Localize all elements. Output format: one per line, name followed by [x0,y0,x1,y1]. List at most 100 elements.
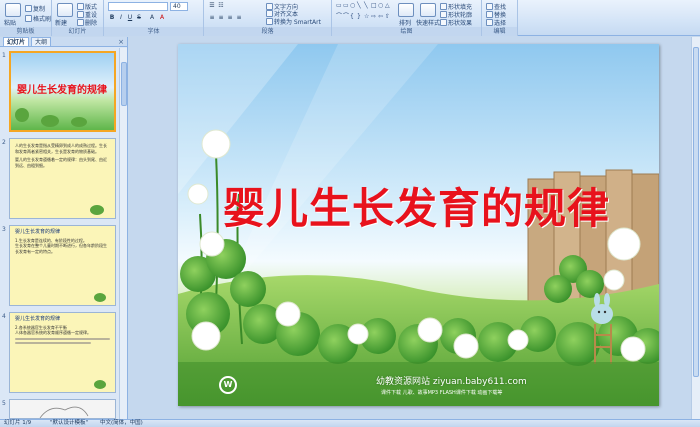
font-name-combo[interactable] [108,2,168,11]
shape-effects-button[interactable]: 形状效果 [440,18,472,27]
slide-thumbnail-3[interactable]: 婴儿生长发育的规律 1.生长发育是连续的、有阶段性的过程。 生长发育在整个儿童时… [9,225,116,306]
numbering-icon[interactable]: ☷ [217,2,225,10]
justify-icon[interactable]: ≡ [235,14,243,22]
thumb-number: 3 [2,226,6,233]
group-label-clipboard: 剪贴板 [0,27,51,36]
tab-outline[interactable]: 大纲 [31,37,52,46]
thumb-number: 2 [2,139,6,146]
ribbon: 粘贴 复制 格式刷 剪贴板 新建 幻灯片 版式 重设 删除 幻灯片 40 B I… [0,0,700,36]
delete-button[interactable]: 删除 [77,18,97,27]
slides-panel: 幻灯片 大纲 × 1 婴儿生长发育的规律 2 人的生长发育是指从受精卵到成人的成… [0,37,128,419]
slides-group: 新建 幻灯片 版式 重设 删除 幻灯片 [52,0,104,36]
slide-thumbnail-1[interactable]: 婴儿生长发育的规律 [9,51,116,132]
paragraph-group: ☰ ☷ ≡ ≡ ≡ ≡ 文字方向 对齐文本 转换为 SmartArt 段落 [204,0,332,36]
clover-decoration [94,380,106,389]
thumbnail-text: 婴儿生长发育的规律 1.生长发育是连续的、有阶段性的过程。 生长发育在整个儿童时… [15,229,110,254]
slide-counter: 幻灯片 1/9 [4,420,32,426]
paste-button[interactable]: 粘贴 [4,18,16,27]
thumbnail-bullet: 婴儿的生长发育遵循着一定的规律：由头到尾、由近到远、由粗到细。 [15,157,107,168]
quick-styles-button[interactable]: 快速样式 [416,18,440,27]
thumbnail-bullet: 人的生长发育是指从受精卵到成人的成熟过程。生长和发育两者紧密相关，生长是发育的物… [15,143,107,154]
panel-tabs: 幻灯片 大纲 × [0,37,127,47]
align-right-icon[interactable]: ≡ [226,14,234,22]
copy-icon [25,5,32,12]
thumbnail-heading: 婴儿生长发育的规律 [15,229,61,235]
strikethrough-button[interactable]: S [135,14,143,22]
editing-group: 查找 替换 选择 编辑 [482,0,518,36]
clover-decoration [94,293,106,302]
replace-icon [486,11,493,18]
font-group: 40 B I U S A A 字体 [104,0,204,36]
group-label-font: 字体 [104,27,203,36]
clover-decoration [41,115,59,127]
slide-title[interactable]: 婴儿生长发育的规律 [223,175,610,236]
new-slide-icon[interactable] [57,3,73,17]
thumbnail-bullet: 人体各器官系统的发育顺序遵循一定规律。 [15,330,91,335]
sketch-illustration-icon [39,406,89,418]
language-status: 中文(简体，中国) [100,420,143,426]
slide-canvas[interactable]: 婴儿生长发育的规律 W 幼教资源网站 ziyuan.baby611.com 课件… [178,44,659,406]
convert-smartart-button[interactable]: 转换为 SmartArt [266,17,321,26]
select-button[interactable]: 选择 [486,18,506,27]
text-line [15,341,91,344]
thumbnail-text: 人的生长发育是指从受精卵到成人的成熟过程。生长和发育两者紧密相关，生长是发育的物… [15,143,110,168]
clover-decoration [71,117,87,127]
thumb-number: 1 [2,52,6,59]
align-text-icon [266,10,273,17]
font-color-icon[interactable]: A [158,14,166,22]
clipboard-group: 粘贴 复制 格式刷 剪贴板 [0,0,52,36]
font-size-grow-icon[interactable]: A [148,14,156,22]
smartart-icon [266,18,273,25]
align-left-icon[interactable]: ≡ [208,14,216,22]
thumbnail-bullet: 生长发育在整个儿童时期不断进行，但各年龄阶段生长发育有一定的特点。 [15,243,107,254]
group-label-editing: 编辑 [482,27,517,36]
scrollbar-thumb[interactable] [121,62,127,106]
group-label-drawing: 绘图 [332,27,481,36]
slide-thumbnail-4[interactable]: 婴儿生长发育的规律 2.各系统器官生长发育不平衡 人体各器官系统的发育顺序遵循一… [9,312,116,393]
thumbnail-text: 婴儿生长发育的规律 2.各系统器官生长发育不平衡 人体各器官系统的发育顺序遵循一… [15,316,110,346]
arrange-button[interactable]: 排列 [399,18,411,27]
binoculars-icon [486,3,493,10]
site-links: 课件下载 儿歌、故事MP3 FLASH课件下载 动画下载等 [381,390,503,396]
slide-thumbnail-5[interactable] [9,399,116,419]
status-bar: 幻灯片 1/9 "默认设计模板" 中文(简体，中国) [0,419,700,427]
thumbnail-title: 婴儿生长发育的规律 [17,85,107,96]
tab-slides[interactable]: 幻灯片 [3,37,30,46]
align-center-icon[interactable]: ≡ [217,14,225,22]
outline-icon [440,11,447,18]
shapes-gallery[interactable]: ▭ ▭ ○ ╲ ╲ □ ○ △ ⌒ ⌒{} ☆ ⇨ ⇦ ⇧ [336,2,392,24]
drawing-group: ▭ ▭ ○ ╲ ╲ □ ○ △ ⌒ ⌒{} ☆ ⇨ ⇦ ⇧ 排列 快速样式 形状填充 形状轮廓 形状效果… [332,0,482,36]
close-icon[interactable]: × [118,37,124,47]
clover-decoration [90,205,104,215]
group-label-slides: 幻灯片 [52,27,103,36]
thumb-number: 4 [2,313,6,320]
copy-button[interactable]: 复制 [25,4,45,13]
bullets-icon[interactable]: ☰ [208,2,216,10]
thumb-number: 5 [2,400,6,407]
layout-icon [77,3,84,10]
group-label-paragraph: 段落 [204,27,331,36]
arrange-icon[interactable] [398,3,414,17]
quick-styles-icon[interactable] [420,3,436,17]
delete-icon [77,19,84,26]
site-title: 幼教资源网站 ziyuan.baby611.com [376,377,527,387]
bold-button[interactable]: B [108,14,116,22]
font-size-combo[interactable]: 40 [170,2,188,11]
effects-icon [440,19,447,26]
paste-icon[interactable] [5,3,21,17]
select-icon [486,19,493,26]
theme-name: "默认设计模板" [50,420,89,426]
underline-button[interactable]: U [126,14,134,22]
brush-icon [25,15,32,22]
slide-thumbnail-2[interactable]: 人的生长发育是指从受精卵到成人的成熟过程。生长和发育两者紧密相关，生长是发育的物… [9,138,116,219]
italic-button[interactable]: I [117,14,125,22]
thumbnail-scrollbar[interactable] [119,48,127,419]
fill-icon [440,3,447,10]
text-line [15,337,110,340]
format-painter-button[interactable]: 格式刷 [25,14,51,23]
scrollbar-thumb[interactable] [693,47,699,377]
site-logo-icon: W [219,376,237,394]
clover-decoration [15,108,29,122]
slide-scrollbar[interactable] [691,37,700,419]
thumbnail-heading: 婴儿生长发育的规律 [15,316,61,322]
